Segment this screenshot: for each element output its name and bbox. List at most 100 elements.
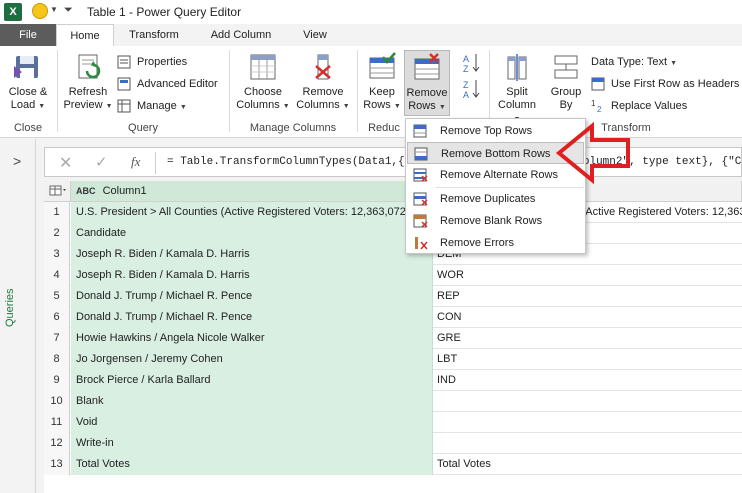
- remove-duplicates-icon: [413, 192, 428, 206]
- close-and-load-button[interactable]: Close & Load ▼: [4, 52, 52, 113]
- text-type-icon[interactable]: ABC: [76, 186, 96, 196]
- close-and-load-icon: [13, 52, 43, 82]
- group-label-reduce: Reduc: [368, 122, 400, 134]
- replace-values-button[interactable]: 12 Replace Values: [591, 98, 687, 114]
- keep-rows-button[interactable]: Keep Rows ▼: [362, 52, 402, 113]
- remove-columns-label-2: Columns: [296, 99, 340, 111]
- keep-rows-chevron-icon: ▼: [393, 103, 401, 110]
- column1-cell[interactable]: Brock Pierce / Karla Ballard: [71, 370, 433, 391]
- refresh-chevron-icon: ▼: [105, 103, 113, 110]
- column1-cell[interactable]: Total Votes: [71, 454, 433, 475]
- refresh-preview-label-2: Preview: [63, 99, 103, 111]
- column1-cell[interactable]: Donald J. Trump / Michael R. Pence: [71, 286, 433, 307]
- split-column-label-2: Column: [498, 99, 536, 111]
- advanced-editor-icon: [117, 77, 132, 91]
- cancel-formula-icon[interactable]: ✕: [59, 153, 72, 173]
- tab-home[interactable]: Home: [56, 24, 114, 46]
- table-row: 5 Donald J. Trump / Michael R. Pence REP: [44, 286, 742, 307]
- column1-header[interactable]: ABC Column1: [71, 181, 434, 202]
- column2-cell[interactable]: [434, 391, 742, 412]
- column1-cell[interactable]: U.S. President > All Counties (Active Re…: [71, 202, 433, 223]
- sort-descending-icon[interactable]: ZA: [462, 78, 482, 103]
- tab-transform[interactable]: Transform: [114, 24, 194, 46]
- excel-icon: X: [4, 3, 22, 21]
- column1-cell[interactable]: Joseph R. Biden / Kamala D. Harris: [71, 265, 433, 286]
- row-number[interactable]: 5: [44, 286, 70, 307]
- row-number[interactable]: 11: [44, 412, 70, 433]
- row-number[interactable]: 8: [44, 349, 70, 370]
- row-number[interactable]: 2: [44, 223, 70, 244]
- refresh-preview-button[interactable]: Refresh Preview ▼: [62, 52, 114, 113]
- menu-item-remove-errors[interactable]: Remove Errors: [407, 232, 584, 254]
- remove-top-rows-icon: [413, 124, 428, 138]
- column2-cell[interactable]: LBT: [434, 349, 742, 370]
- group-by-button[interactable]: Group By: [546, 52, 586, 112]
- column2-cell[interactable]: WOR: [434, 265, 742, 286]
- column2-cell[interactable]: [434, 433, 742, 454]
- properties-label: Properties: [137, 56, 188, 68]
- table-row: 8 Jo Jorgensen / Jeremy Cohen LBT: [44, 349, 742, 370]
- table-menu-button[interactable]: [44, 181, 71, 202]
- manage-button[interactable]: Manage ▼: [117, 98, 187, 114]
- smiley-feedback-icon[interactable]: [32, 3, 48, 19]
- column1-cell[interactable]: Howie Hawkins / Angela Nicole Walker: [71, 328, 433, 349]
- column2-cell[interactable]: REP: [434, 286, 742, 307]
- column2-cell[interactable]: Total Votes: [434, 454, 742, 475]
- menu-item-remove-duplicates[interactable]: Remove Duplicates: [407, 188, 584, 210]
- smiley-dropdown-chevron-icon[interactable]: ▼: [50, 5, 58, 14]
- data-type-dropdown[interactable]: Data Type: Text ▼: [591, 54, 677, 70]
- row-number[interactable]: 1: [44, 202, 70, 223]
- row-number[interactable]: 9: [44, 370, 70, 391]
- choose-columns-button[interactable]: Choose Columns ▼: [234, 52, 292, 113]
- confirm-formula-icon[interactable]: ✓: [95, 153, 108, 171]
- quick-access-menu-icon[interactable]: ⏷: [64, 4, 73, 17]
- menu-item-label: Remove Alternate Rows: [440, 169, 558, 181]
- remove-rows-icon: [412, 53, 442, 83]
- advanced-editor-button[interactable]: Advanced Editor: [117, 76, 218, 92]
- red-arrow-annotation: [556, 122, 630, 184]
- column1-cell[interactable]: Jo Jorgensen / Jeremy Cohen: [71, 349, 433, 370]
- column2-cell[interactable]: GRE: [434, 328, 742, 349]
- row-number[interactable]: 7: [44, 328, 70, 349]
- svg-text:A: A: [463, 90, 469, 100]
- table-row: 6 Donald J. Trump / Michael R. Pence CON: [44, 307, 742, 328]
- column1-cell[interactable]: Blank: [71, 391, 433, 412]
- remove-bottom-rows-icon: [414, 147, 429, 161]
- sort-ascending-icon[interactable]: AZ: [462, 52, 482, 77]
- column1-cell[interactable]: Donald J. Trump / Michael R. Pence: [71, 307, 433, 328]
- column2-cell[interactable]: IND: [434, 370, 742, 391]
- replace-values-label: Replace Values: [611, 100, 688, 112]
- tab-view[interactable]: View: [290, 24, 340, 46]
- row-number[interactable]: 6: [44, 307, 70, 328]
- formula-bar: ✕ ✓ fx = Table.TransformColumnTypes(Data…: [44, 147, 742, 177]
- properties-button[interactable]: Properties: [117, 54, 187, 70]
- column1-cell[interactable]: Write-in: [71, 433, 433, 454]
- row-number[interactable]: 13: [44, 454, 70, 475]
- menu-item-remove-blank-rows[interactable]: Remove Blank Rows: [407, 210, 584, 232]
- remove-columns-button[interactable]: Remove Columns ▼: [294, 52, 352, 113]
- fx-icon[interactable]: fx: [131, 154, 140, 170]
- svg-text:A: A: [463, 54, 469, 64]
- row-number[interactable]: 4: [44, 265, 70, 286]
- row-number[interactable]: 12: [44, 433, 70, 454]
- use-first-row-as-headers-button[interactable]: Use First Row as Headers: [591, 76, 739, 92]
- manage-label: Manage: [137, 100, 177, 112]
- column2-cell[interactable]: [434, 412, 742, 433]
- manage-chevron-icon: ▼: [179, 104, 187, 111]
- column1-cell[interactable]: Candidate: [71, 223, 433, 244]
- tab-file[interactable]: File: [0, 24, 56, 46]
- tab-add-column[interactable]: Add Column: [196, 24, 286, 46]
- split-column-button[interactable]: Split Column ▼: [494, 52, 540, 126]
- expand-queries-chevron-icon[interactable]: >: [13, 153, 21, 169]
- column1-cell[interactable]: Joseph R. Biden / Kamala D. Harris: [71, 244, 433, 265]
- table-row: 7 Howie Hawkins / Angela Nicole Walker GRE: [44, 328, 742, 349]
- column2-cell[interactable]: CON: [434, 307, 742, 328]
- window-title: Table 1 - Power Query Editor: [87, 5, 242, 19]
- row-number[interactable]: 3: [44, 244, 70, 265]
- remove-rows-button[interactable]: Remove Rows ▼: [404, 50, 450, 116]
- row-number[interactable]: 10: [44, 391, 70, 412]
- queries-pane-label[interactable]: Queries: [4, 288, 16, 327]
- column1-header-label: Column1: [102, 185, 147, 197]
- menu-item-label: Remove Bottom Rows: [441, 148, 551, 160]
- column1-cell[interactable]: Void: [71, 412, 433, 433]
